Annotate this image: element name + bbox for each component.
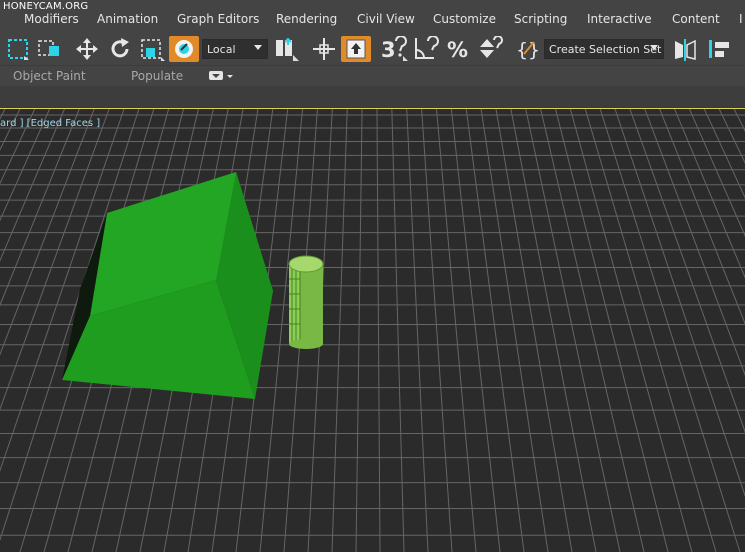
reference-coordinate-dropdown[interactable]: Local [202,39,268,59]
svg-text:%: % [447,38,468,62]
spinner-snap-icon[interactable] [476,36,504,62]
menu-graph-editors[interactable]: Graph Editors [177,12,259,26]
menu-rendering[interactable]: Rendering [276,12,337,26]
box-object[interactable] [62,172,273,399]
menu-scripting[interactable]: Scripting [514,12,567,26]
menu-content[interactable]: Content [672,12,720,26]
move-icon[interactable] [74,36,100,62]
scale-icon[interactable] [138,36,166,62]
object-paint-tab[interactable]: Object Paint [13,69,86,83]
ribbon-options-icon[interactable] [209,70,233,85]
menu-overflow[interactable]: I [739,12,743,26]
viewport-canvas [0,109,745,552]
viewport-label[interactable]: ard ] [Edged Faces ] [0,118,100,129]
window-crossing-icon[interactable] [36,36,64,62]
chevron-down-icon [650,45,658,50]
pivot-icon[interactable] [272,36,300,62]
ribbon-bar: Object Paint Populate [0,65,745,87]
menu-customize[interactable]: Customize [433,12,496,26]
reference-coordinate-value: Local [207,42,236,56]
menu-interactive[interactable]: Interactive [587,12,652,26]
rotate-icon[interactable] [107,36,133,62]
cylinder-object[interactable] [288,255,324,349]
select-place-icon[interactable] [169,36,199,62]
menu-modifiers[interactable]: Modifiers [24,12,79,26]
named-selection-sets-dropdown[interactable]: Create Selection Set [544,39,664,59]
svg-text:3: 3 [381,38,396,62]
menu-bar: HONEYCAM.ORG Modifiers Animation Graph E… [0,0,745,35]
edit-named-sets-icon[interactable]: {} [514,36,542,62]
cylinder-cap [288,255,324,273]
select-region-icon[interactable] [5,36,31,62]
chevron-down-icon [254,45,262,50]
perspective-viewport[interactable] [0,108,745,552]
align-icon[interactable] [706,36,734,62]
watermark: HONEYCAM.ORG [3,1,89,12]
cylinder-bottom [289,339,323,349]
mirror-icon[interactable] [672,36,698,62]
manipulate-icon[interactable] [310,36,338,62]
angle-snap-icon[interactable] [412,36,440,62]
menu-animation[interactable]: Animation [97,12,158,26]
populate-tab[interactable]: Populate [131,69,183,83]
menu-civil-view[interactable]: Civil View [357,12,415,26]
main-toolbar: Local 3 % {} Create Selection Set [0,34,745,65]
named-selection-set-placeholder: Create Selection Set [549,42,662,56]
percent-snap-icon[interactable]: % [445,36,473,62]
cylinder-edged-faces [289,264,300,344]
ribbon-panel-strip [0,86,745,107]
snap-3d-icon[interactable]: 3 [380,36,408,62]
keyboard-shortcut-icon[interactable] [341,36,371,62]
